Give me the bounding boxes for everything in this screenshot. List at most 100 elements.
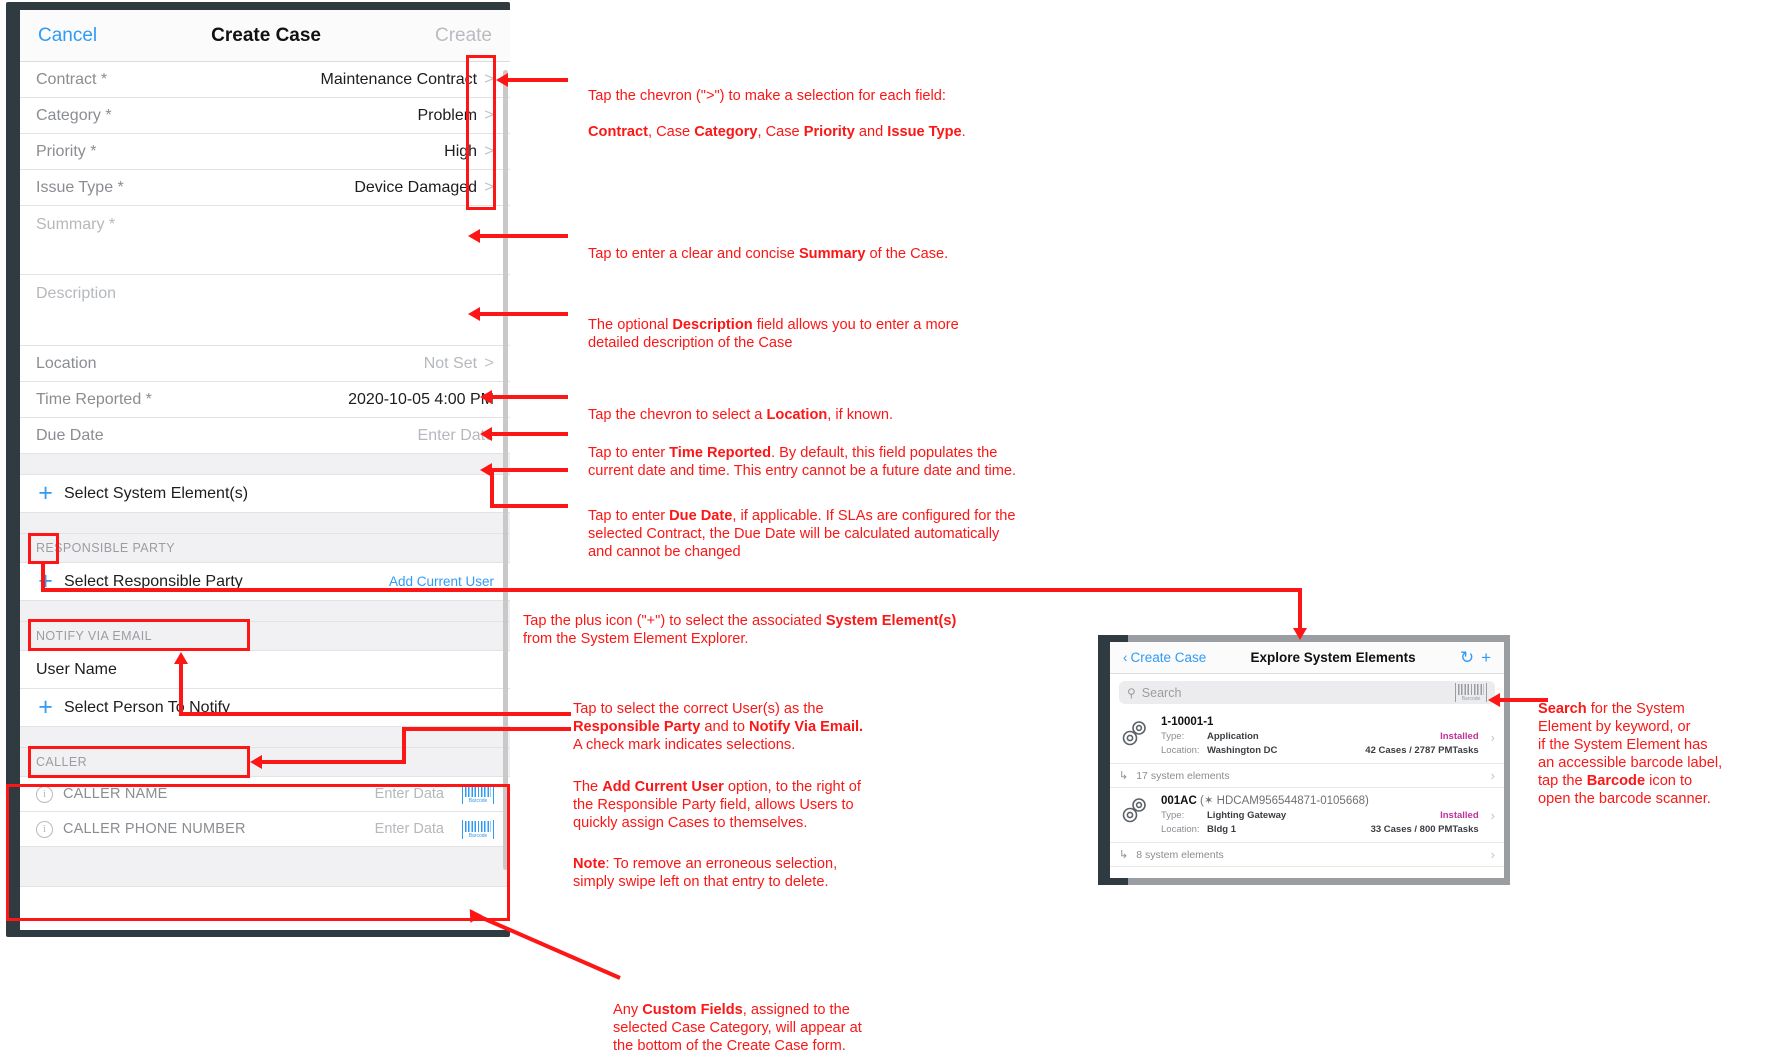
user-name-row[interactable]: User Name bbox=[20, 651, 510, 689]
explorer-navbar: ‹ Create Case Explore System Elements ↻ … bbox=[1110, 642, 1504, 674]
leader-line bbox=[480, 234, 568, 238]
system-element-location-line: Location: Washington DC 42 Cases / 2787 … bbox=[1161, 744, 1479, 758]
annotation-due-date: Tap to enter Due Date, if applicable. If… bbox=[588, 507, 1016, 560]
field-label: Priority * bbox=[36, 142, 97, 160]
field-value-text: Device Damaged bbox=[354, 178, 478, 196]
page-title: Create Case bbox=[211, 24, 321, 46]
highlight-system-element-plus bbox=[28, 533, 59, 564]
explorer-screen: ‹ Create Case Explore System Elements ↻ … bbox=[1110, 642, 1504, 878]
field-row-time-reported[interactable]: Time Reported * 2020-10-05 4:00 PM bbox=[20, 382, 510, 418]
search-input[interactable]: ⚲ Search Barcode bbox=[1119, 681, 1495, 704]
system-element-item[interactable]: 1-10001-1 Type: Application Installed Lo… bbox=[1110, 711, 1504, 764]
section-header-responsible-party: RESPONSIBLE PARTY bbox=[20, 534, 510, 563]
select-responsible-party-button[interactable]: + Select Responsible Party Add Current U… bbox=[20, 563, 510, 601]
section-divider bbox=[20, 454, 510, 475]
field-label: Time Reported * bbox=[36, 390, 152, 408]
location-value: Washington DC bbox=[1207, 745, 1278, 756]
annotation-location: Tap the chevron to select a Location, if… bbox=[588, 406, 893, 423]
chevron-right-icon[interactable]: › bbox=[1487, 730, 1495, 745]
create-button[interactable]: Create bbox=[435, 25, 492, 47]
select-system-elements-button[interactable]: + Select System Element(s) bbox=[20, 475, 510, 513]
chevron-right-icon[interactable]: › bbox=[1487, 808, 1495, 823]
leader-line bbox=[402, 727, 406, 764]
leader-line bbox=[402, 727, 571, 731]
field-label: Location bbox=[36, 354, 97, 372]
annotation-emphasis: Contract bbox=[588, 123, 648, 140]
annotation-custom-fields: Any Custom Fields, assigned to the selec… bbox=[613, 1001, 862, 1054]
annotation-summary: Tap to enter a clear and concise Summary… bbox=[588, 245, 949, 262]
leader-line bbox=[262, 760, 406, 764]
user-name-label: User Name bbox=[36, 660, 117, 678]
system-element-children-row[interactable]: ↳ 8 system elements › bbox=[1110, 843, 1504, 867]
system-element-body: 001AC (✶ HDCAM956544871-0105668) Type: L… bbox=[1161, 793, 1479, 837]
refresh-icon[interactable]: ↻ bbox=[1460, 649, 1474, 666]
type-value: Lighting Gateway bbox=[1207, 810, 1287, 821]
chevron-right-icon[interactable]: › bbox=[1487, 847, 1495, 862]
chevron-right-icon[interactable]: › bbox=[1487, 768, 1495, 783]
arrowhead bbox=[468, 229, 480, 243]
field-label: Contract * bbox=[36, 70, 108, 88]
status-badge: Installed bbox=[1440, 731, 1479, 742]
annotation-system-elements: Tap the plus icon ("+") to select the as… bbox=[523, 612, 957, 647]
plus-icon[interactable]: + bbox=[1481, 649, 1491, 666]
field-value-text: Not Set bbox=[423, 354, 478, 372]
arrowhead bbox=[480, 390, 492, 404]
children-count-label: 8 system elements bbox=[1136, 848, 1224, 861]
gears-icon bbox=[1119, 793, 1153, 837]
chevron-right-icon[interactable]: > bbox=[484, 354, 494, 371]
summary-input[interactable]: Summary * bbox=[20, 206, 510, 275]
field-value: Not Set > bbox=[423, 354, 494, 373]
location-value: Bldg 1 bbox=[1207, 824, 1237, 835]
field-row-contract[interactable]: Contract * Maintenance Contract > bbox=[20, 62, 510, 98]
leader-line bbox=[1298, 588, 1302, 630]
system-element-serial: (✶ HDCAM956544871-0105668) bbox=[1200, 795, 1369, 807]
add-current-user-link[interactable]: Add Current User bbox=[389, 574, 494, 589]
leader-line bbox=[480, 312, 568, 316]
field-row-location[interactable]: Location Not Set > bbox=[20, 346, 510, 382]
counts-label: 42 Cases / 2787 PMTasks bbox=[1365, 745, 1479, 756]
leader-line bbox=[508, 78, 568, 82]
field-row-issue-type[interactable]: Issue Type * Device Damaged > bbox=[20, 170, 510, 206]
barcode-icon[interactable]: Barcode bbox=[1455, 683, 1487, 702]
plus-icon[interactable]: + bbox=[36, 695, 55, 720]
arrowhead bbox=[1293, 628, 1307, 640]
annotation-time-reported: Tap to enter Time Reported. By default, … bbox=[588, 444, 1017, 479]
subtree-arrow-icon: ↳ bbox=[1119, 770, 1129, 782]
system-element-body: 1-10001-1 Type: Application Installed Lo… bbox=[1161, 716, 1479, 758]
back-to-create-case-button[interactable]: ‹ Create Case bbox=[1123, 650, 1206, 665]
arrowhead bbox=[1488, 693, 1500, 707]
field-row-priority[interactable]: Priority * High > bbox=[20, 134, 510, 170]
field-value-text: Maintenance Contract bbox=[320, 70, 478, 88]
description-input[interactable]: Description bbox=[20, 275, 510, 346]
cancel-button[interactable]: Cancel bbox=[38, 25, 97, 47]
annotation-search-barcode: Search for the System Element by keyword… bbox=[1538, 700, 1723, 807]
leader-line bbox=[179, 712, 571, 716]
field-row-category[interactable]: Category * Problem > bbox=[20, 98, 510, 134]
highlight-chevron-column bbox=[466, 55, 496, 210]
arrowhead bbox=[468, 307, 480, 321]
leader-line bbox=[179, 660, 183, 716]
annotation-add-current-user: The Add Current User option, to the righ… bbox=[573, 778, 861, 831]
arrowhead bbox=[480, 427, 492, 441]
leader-line bbox=[490, 468, 494, 508]
annotation-description: The optional Description field allows yo… bbox=[588, 316, 959, 351]
highlight-person-to-notify bbox=[28, 746, 250, 778]
system-element-children-row[interactable]: ↳ 17 system elements › bbox=[1110, 764, 1504, 788]
type-key: Type: bbox=[1161, 810, 1185, 821]
field-label: Category * bbox=[36, 106, 112, 124]
leader-line bbox=[492, 395, 568, 399]
plus-icon[interactable]: + bbox=[36, 481, 55, 506]
system-element-name: 001AC (✶ HDCAM956544871-0105668) bbox=[1161, 793, 1479, 807]
highlight-caller-section bbox=[6, 784, 510, 921]
location-key: Location: bbox=[1161, 745, 1200, 756]
description-placeholder: Description bbox=[36, 285, 117, 302]
select-person-to-notify-button[interactable]: + Select Person To Notify bbox=[20, 689, 510, 727]
type-value: Application bbox=[1207, 731, 1259, 742]
system-element-item[interactable]: 001AC (✶ HDCAM956544871-0105668) Type: L… bbox=[1110, 788, 1504, 843]
leader-line bbox=[41, 588, 1302, 592]
field-row-due-date[interactable]: Due Date Enter Date bbox=[20, 418, 510, 454]
highlight-responsible-party bbox=[28, 619, 250, 651]
annotation-line: Tap the chevron (">") to make a selectio… bbox=[588, 87, 946, 104]
create-case-navbar: Cancel Create Case Create bbox=[20, 10, 510, 62]
summary-placeholder: Summary * bbox=[36, 216, 116, 233]
